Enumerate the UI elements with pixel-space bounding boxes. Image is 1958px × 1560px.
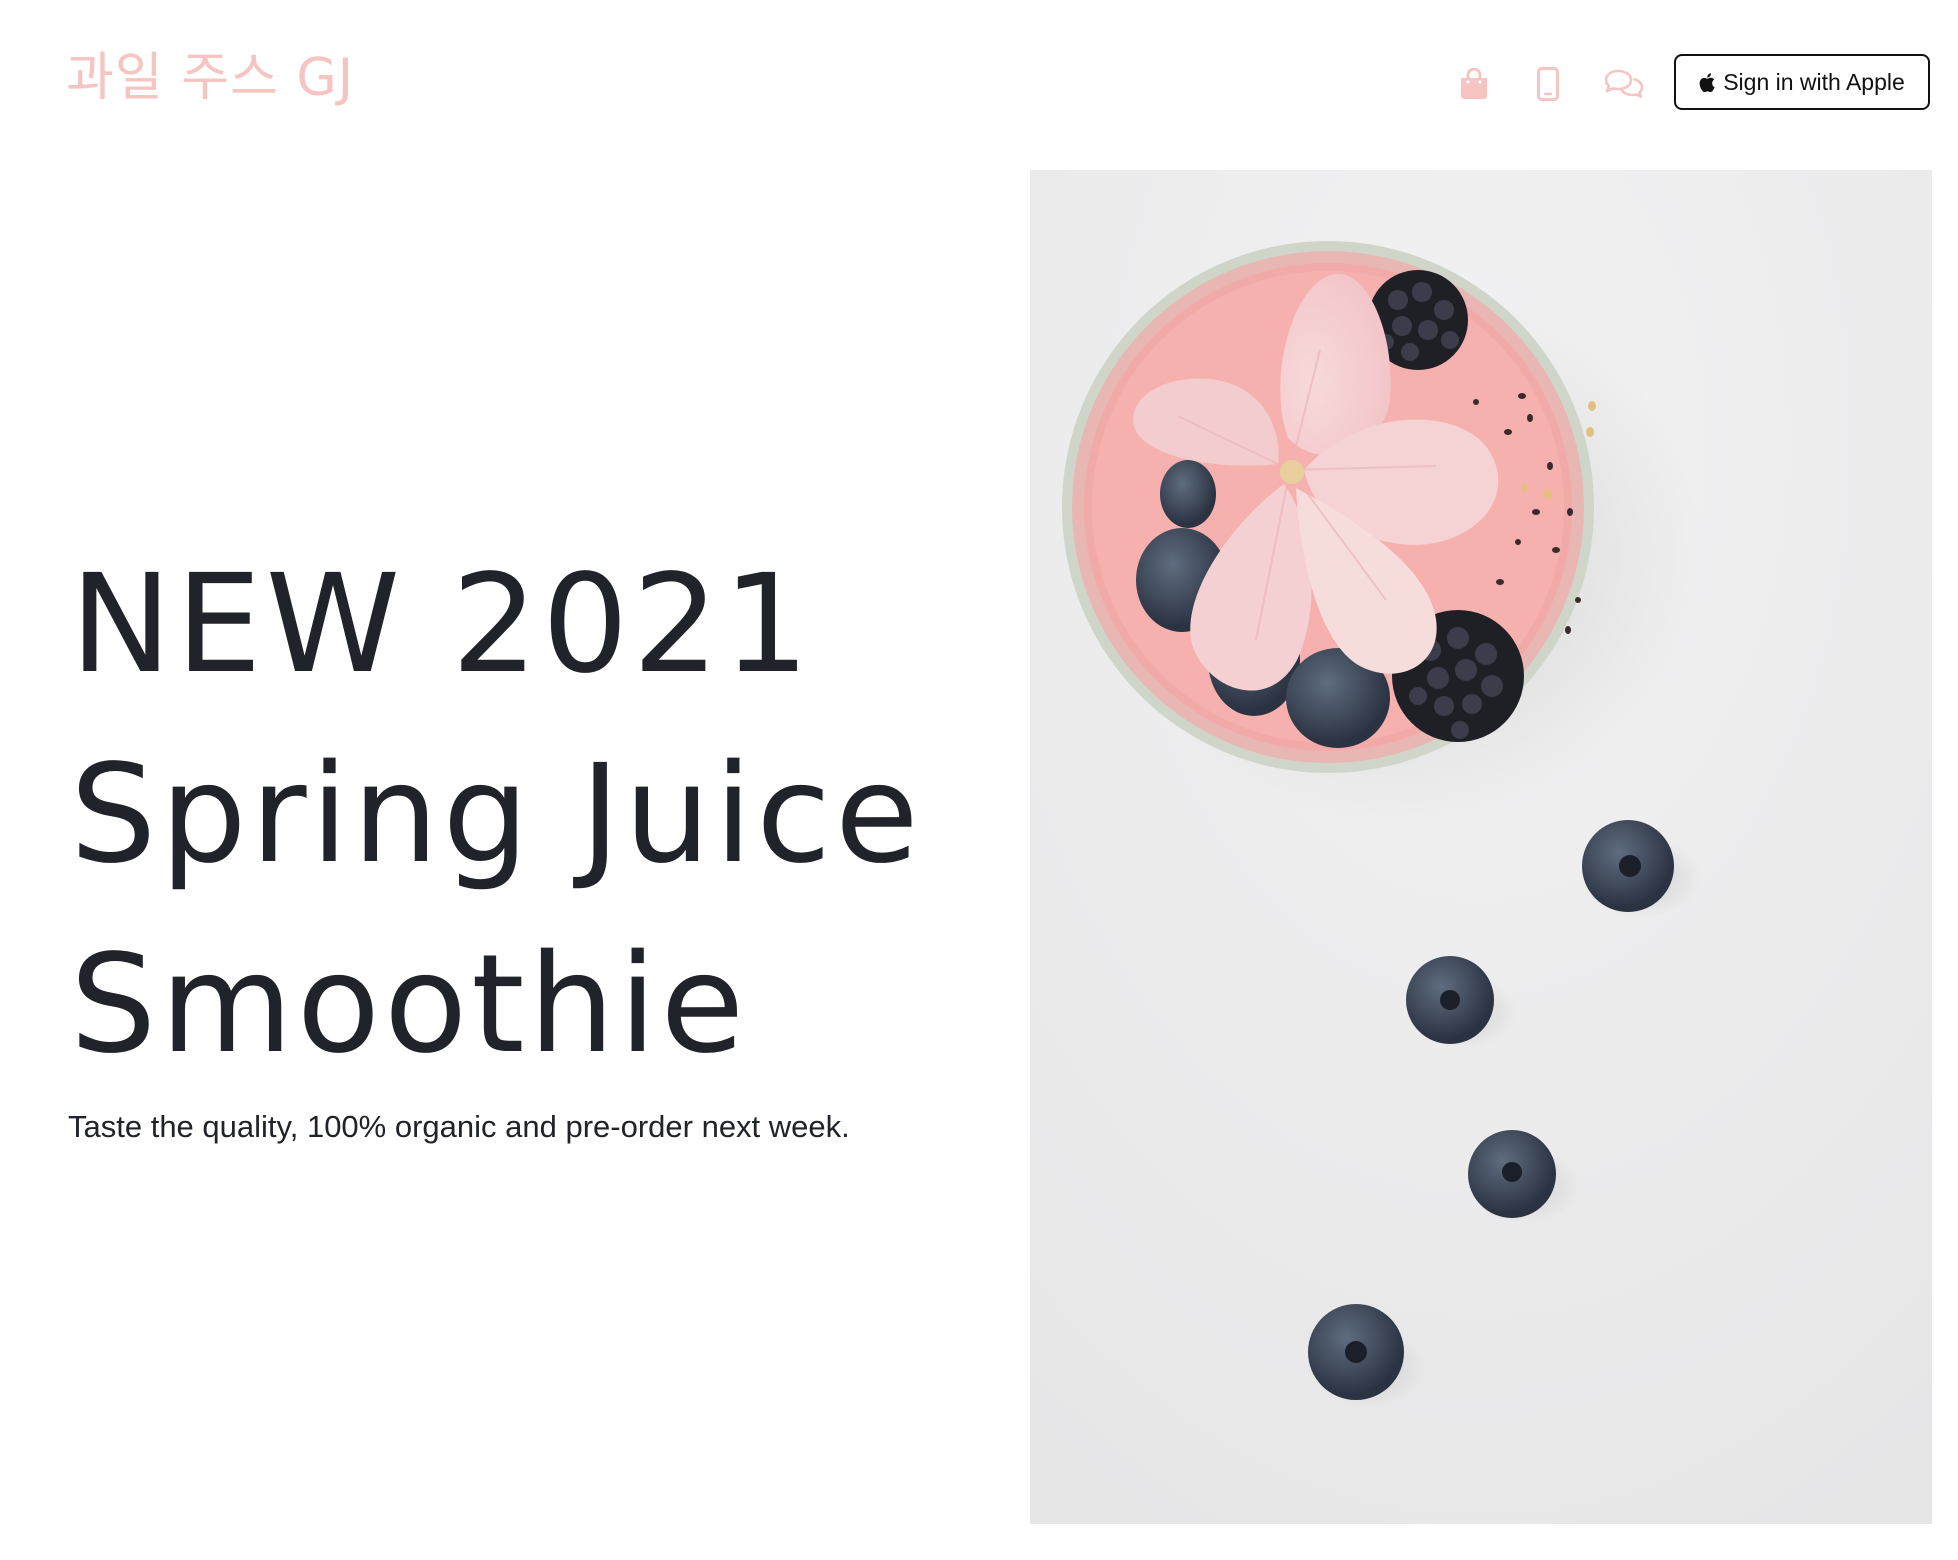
hero-title-line: Smoothie — [70, 926, 749, 1084]
hero-title-line: Spring Juice — [70, 736, 923, 894]
smoothie-product-image — [1030, 170, 1932, 1524]
landing-page: 과일 주스 GJ Sign in with Apple NEW 2021 Spr… — [0, 0, 1958, 1560]
hero-title: NEW 2021 Spring Juice Smoothie — [70, 530, 1010, 1100]
hero-subtitle: Taste the quality, 100% organic and pre-… — [68, 1109, 850, 1144]
chat-icon[interactable] — [1596, 58, 1652, 110]
apple-icon — [1699, 72, 1715, 92]
phone-icon[interactable] — [1520, 58, 1576, 110]
sign-in-with-apple-button[interactable]: Sign in with Apple — [1674, 54, 1930, 110]
top-nav: 과일 주스 GJ Sign in with Apple — [0, 0, 1958, 160]
sign-in-label: Sign in with Apple — [1723, 68, 1905, 95]
hero-title-line: NEW 2021 — [70, 546, 814, 704]
brand-logo[interactable]: 과일 주스 GJ — [66, 46, 354, 110]
shopping-bag-icon[interactable] — [1446, 58, 1502, 110]
